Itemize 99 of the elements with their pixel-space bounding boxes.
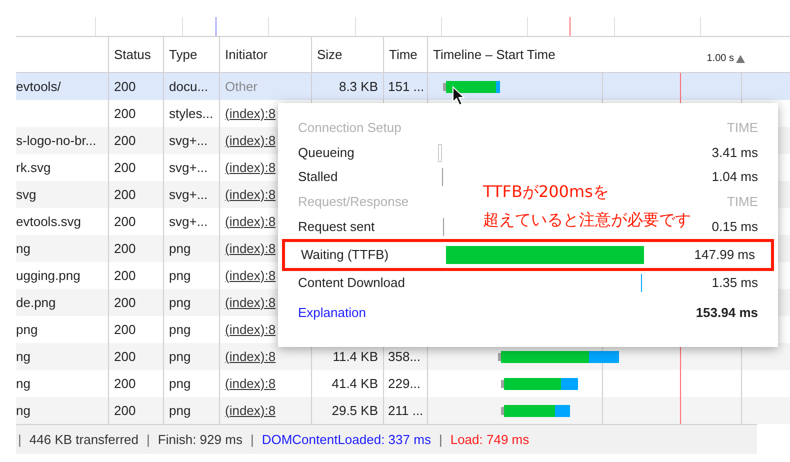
initiator-link[interactable]: (index):8 <box>225 238 276 258</box>
initiator-link[interactable]: (index):8 <box>225 104 276 124</box>
table-cell-text: 200 <box>114 132 136 150</box>
column-header[interactable]: Time <box>389 44 418 64</box>
initiator-link[interactable]: (index):8 <box>225 292 276 312</box>
initiator-link[interactable]: (index):8 <box>225 212 276 232</box>
timing-bar-drawing <box>443 81 500 93</box>
sort-ascending-icon[interactable] <box>736 54 745 62</box>
initiator-link[interactable]: (index):8 <box>225 346 276 366</box>
phase-label: Stalled <box>298 168 339 186</box>
table-cell-text: svg+... <box>169 186 208 204</box>
table-cell-text: png <box>16 320 38 339</box>
annotation-text: TTFBが200msを <box>483 181 610 203</box>
phase-duration: 0.15 ms <box>712 218 758 236</box>
column-header[interactable]: Type <box>169 44 198 64</box>
column-header[interactable]: Size <box>317 44 342 64</box>
table-cell-text: 229... <box>388 374 421 393</box>
table-cell-text: 200 <box>114 374 136 393</box>
table-cell-text: png <box>169 320 191 339</box>
table-cell-text: ugging.png <box>16 266 80 285</box>
table-cell-text: 358... <box>388 348 421 366</box>
table-cell-text: png <box>169 240 191 258</box>
initiator-link[interactable]: (index):8 <box>225 130 276 150</box>
table-cell-text: 200 <box>114 348 136 366</box>
table-cell-text: ng <box>16 402 30 420</box>
table-cell-text: 200 <box>114 158 136 177</box>
table-cell-text: docu... <box>169 78 208 96</box>
request-row[interactable]: ng 200 png (index):8 11.4 KB 358... <box>16 343 790 370</box>
phase-label: Content Download <box>298 274 406 292</box>
table-cell-text: ng <box>16 348 30 366</box>
table-cell-text: 200 <box>114 320 136 339</box>
table-cell-text: 11.4 KB <box>332 348 378 366</box>
annotation-text: 超えていると注意が必要です <box>483 209 691 231</box>
table-cell-text: 200 <box>114 266 136 285</box>
status-text: Finish: 929 ms <box>158 430 242 449</box>
table-cell-text: 200 <box>114 104 136 123</box>
table-cell-text: Other <box>225 78 258 96</box>
total-duration: 153.94 ms <box>696 304 758 322</box>
table-cell-text: svg+... <box>169 132 208 150</box>
initiator-link[interactable]: (index):8 <box>225 158 276 178</box>
table-cell-text: 200 <box>114 186 136 204</box>
phase-label: Queueing <box>298 144 356 162</box>
separator-text: | <box>250 430 254 449</box>
status-text: Load: 749 ms <box>450 430 530 449</box>
table-cell-text: 151 ... <box>388 78 424 96</box>
column-header[interactable]: Timeline – Start Time <box>433 44 556 64</box>
table-cell-text: 29.5 KB <box>332 402 378 420</box>
table-cell-text: evtools.svg <box>16 212 82 231</box>
phase-duration: 1.35 ms <box>712 274 758 292</box>
initiator-link[interactable]: (index):8 <box>225 184 276 204</box>
table-cell-text: 200 <box>114 78 136 96</box>
table-cell-text: png <box>169 348 191 366</box>
table-cell-text: ng <box>16 240 30 258</box>
separator-text: | <box>18 430 22 449</box>
table-cell-text: evtools/ <box>16 78 61 96</box>
initiator-link[interactable]: (index):8 <box>225 320 276 340</box>
table-cell-text: de.png <box>16 294 56 312</box>
table-cell-text: rk.svg <box>16 158 51 177</box>
table-cell-text: 211 ... <box>388 402 424 420</box>
table-cell-text: 200 <box>114 240 136 258</box>
status-text: 446 KB transferred <box>29 430 139 449</box>
table-cell-text: svg+... <box>169 158 208 177</box>
separator-text: | <box>146 430 150 449</box>
table-cell-text: svg <box>16 186 36 204</box>
table-cell-text: png <box>169 266 191 285</box>
timing-bar-drawing <box>501 405 570 417</box>
phase-duration: 3.41 ms <box>712 144 758 162</box>
table-cell-text: ng <box>16 374 30 393</box>
initiator-link[interactable]: (index):8 <box>225 400 276 420</box>
phase-label: Request sent <box>298 218 376 236</box>
timeline-scale: 1.00 s <box>706 52 734 66</box>
phase-duration: 147.99 ms <box>694 246 755 264</box>
column-header[interactable]: Initiator <box>225 44 268 64</box>
table-cell-text: 200 <box>114 294 136 312</box>
phase-label: Waiting (TTFB) <box>301 246 390 264</box>
timing-bar <box>438 144 442 162</box>
status-text: DOMContentLoaded: 337 ms <box>262 430 431 449</box>
section-label: Connection Setup <box>298 119 402 138</box>
request-row[interactable]: evtools/ 200 docu... Other 8.3 KB 151 ... <box>16 73 790 100</box>
request-row[interactable]: ng 200 png (index):8 29.5 KB 211 ... <box>16 397 790 424</box>
table-cell-text: 8.3 KB <box>338 78 378 96</box>
column-label: TIME <box>726 193 758 212</box>
table-cell-text: 200 <box>114 212 136 231</box>
section-label: Request/Response <box>298 193 409 212</box>
initiator-link[interactable]: (index):8 <box>225 374 276 394</box>
table-cell-text: svg+... <box>169 212 208 231</box>
table-cell-text: png <box>169 374 191 393</box>
table-cell-text: 200 <box>114 402 136 420</box>
table-cell-text: png <box>169 402 191 420</box>
table-cell-text: 41.4 KB <box>332 374 378 393</box>
column-label: TIME <box>726 119 758 138</box>
column-header[interactable]: Status <box>114 44 151 64</box>
separator-text: | <box>438 430 442 449</box>
initiator-link[interactable]: (index):8 <box>225 266 276 286</box>
table-cell-text: s-logo-no-br... <box>16 132 96 150</box>
explanation-link[interactable]: Explanation <box>298 303 366 323</box>
phase-duration: 1.04 ms <box>712 168 758 186</box>
table-cell-text: styles... <box>169 104 214 123</box>
table-cell-text: png <box>169 294 191 312</box>
